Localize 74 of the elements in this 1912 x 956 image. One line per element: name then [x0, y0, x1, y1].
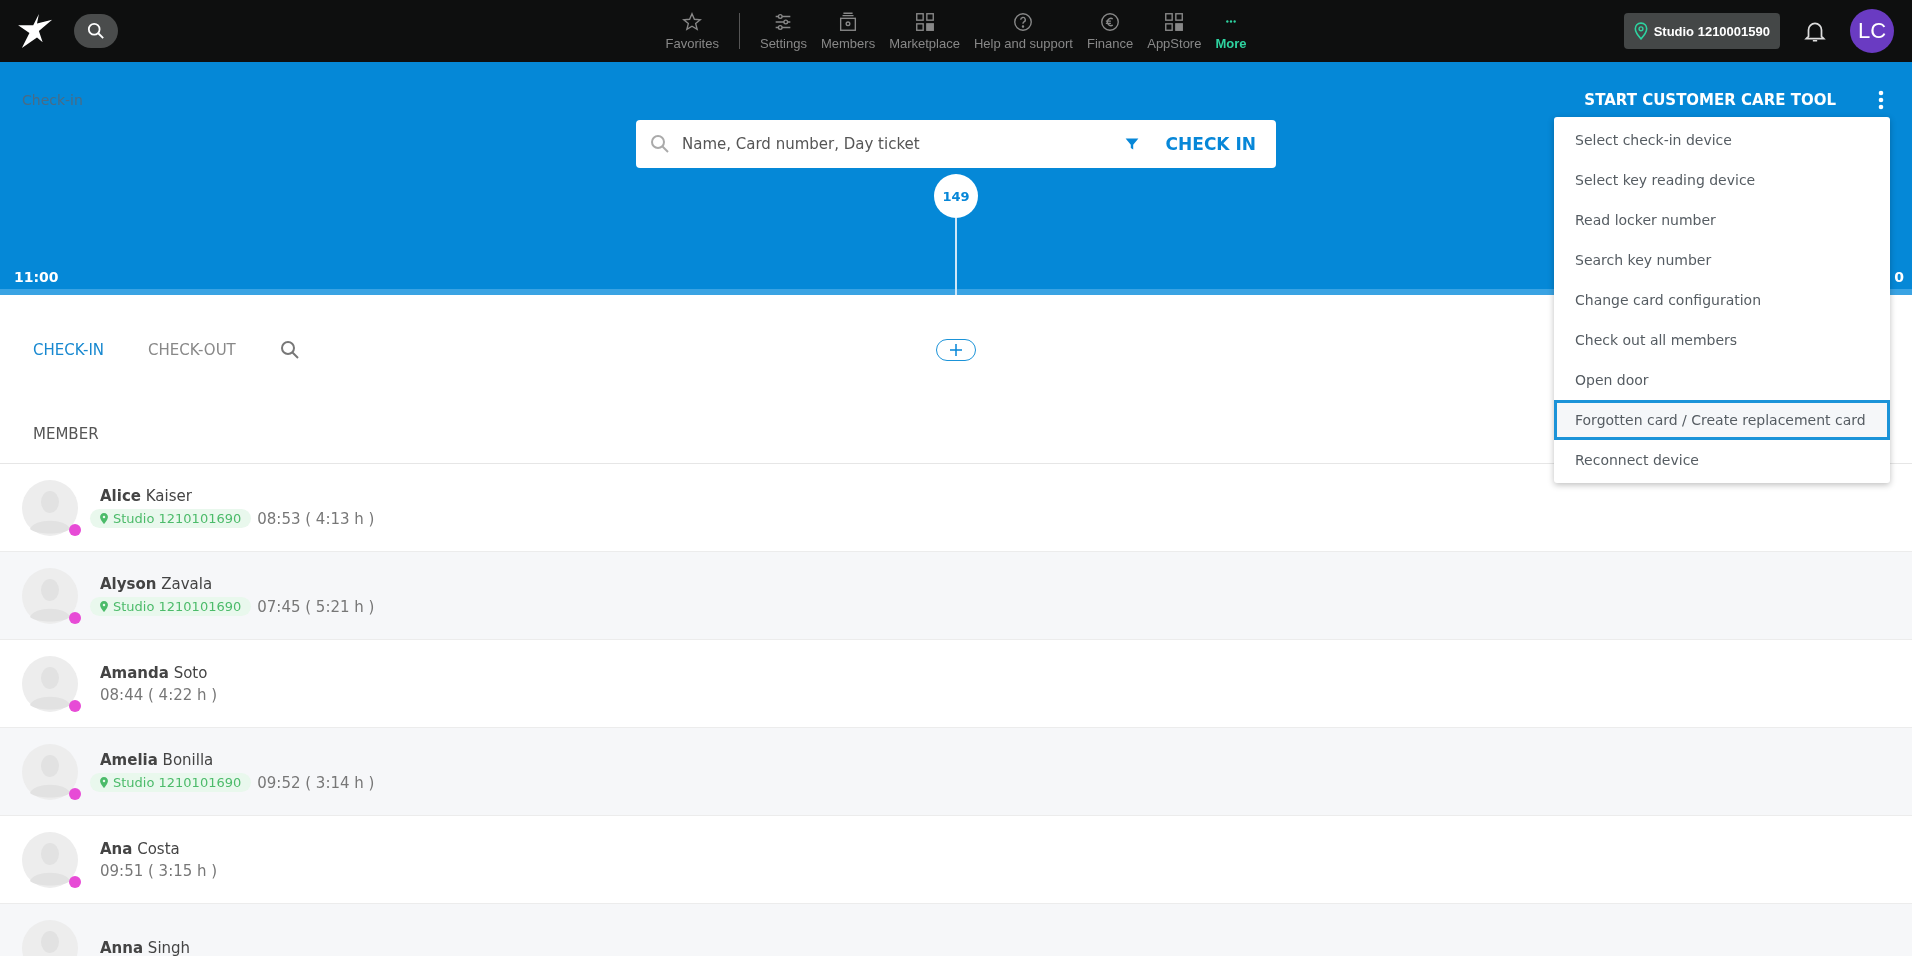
member-name: Anna Singh: [100, 938, 191, 956]
grid-icon: [913, 11, 936, 33]
nav-item[interactable]: Marketplace: [883, 11, 966, 51]
location-pin-icon: [1633, 22, 1648, 40]
help-icon: [1012, 11, 1035, 33]
nav-item[interactable]: Settings: [753, 11, 813, 51]
member-name: Ana Costa: [100, 839, 181, 858]
menu-item[interactable]: Change card configuration: [1554, 280, 1890, 320]
menu-item[interactable]: Read locker number: [1554, 200, 1890, 240]
nav-item[interactable]: Help and support: [967, 11, 1079, 51]
nav-item[interactable]: Finance: [1080, 11, 1140, 51]
nav-item[interactable]: Members: [814, 11, 882, 51]
nav-item[interactable]: Favorites: [659, 11, 725, 51]
avatar-placeholder-icon: [22, 831, 78, 888]
time-label: 11:00: [14, 269, 59, 285]
member-name: Alyson Zavala: [100, 575, 214, 593]
search-icon: [87, 22, 105, 40]
euro-icon: [1099, 11, 1122, 33]
menu-item[interactable]: Select check-in device: [1554, 120, 1890, 160]
menu-item[interactable]: Select key reading device: [1554, 160, 1890, 200]
check-in-time: 08:44 ( 4:22 h ): [100, 685, 218, 704]
nav-item[interactable]: More: [1209, 11, 1253, 51]
location-pin-icon: [100, 513, 108, 524]
studio-selector[interactable]: Studio 1210001590: [1623, 13, 1780, 49]
status-dot: [69, 787, 81, 800]
member-name: Amanda Soto: [100, 663, 209, 682]
breadcrumb: Check-in: [22, 92, 83, 108]
search-icon[interactable]: [279, 340, 300, 360]
status-dot: [69, 611, 81, 624]
more-options-icon[interactable]: [1878, 90, 1884, 110]
add-button[interactable]: [936, 339, 976, 361]
status-dot: [69, 523, 81, 536]
user-avatar[interactable]: LC: [1850, 9, 1894, 53]
menu-item[interactable]: Reconnect device: [1554, 440, 1890, 480]
plus-icon: [948, 342, 964, 358]
member-row[interactable]: Anna Singh: [0, 904, 1912, 956]
check-in-time: 08:53 ( 4:13 h ): [257, 509, 375, 528]
grid-icon: [1163, 11, 1186, 33]
check-in-button[interactable]: CHECK IN: [1159, 133, 1262, 155]
search-button[interactable]: [74, 14, 118, 48]
menu-item[interactable]: Check out all members: [1554, 320, 1890, 360]
check-in-time: 07:45 ( 5:21 h ): [257, 597, 375, 616]
studio-tag: Studio 1210101690: [90, 773, 252, 792]
check-in-time: 09:52 ( 3:14 h ): [257, 773, 375, 792]
menu-item[interactable]: Forgotten card / Create replacement card: [1554, 400, 1890, 440]
location-pin-icon: [100, 601, 108, 612]
member-name: Amelia Bonilla: [100, 751, 215, 769]
avatar-placeholder-icon: [22, 655, 78, 712]
count-marker: 149: [934, 174, 978, 218]
check-in-time: 09:51 ( 3:15 h ): [100, 861, 218, 880]
filter-icon[interactable]: [1123, 136, 1140, 152]
status-dot: [69, 699, 81, 712]
location-pin-icon: [100, 777, 108, 788]
studio-tag: Studio 1210101690: [90, 597, 252, 616]
avatar-placeholder-icon: [22, 479, 78, 536]
column-header: MEMBER: [33, 425, 99, 443]
tab[interactable]: CHECK-IN: [33, 341, 105, 359]
time-label: 0: [1894, 269, 1904, 285]
menu-item[interactable]: Search key number: [1554, 240, 1890, 280]
star-icon: [681, 11, 704, 33]
member-name: Alice Kaiser: [100, 487, 193, 505]
tab[interactable]: CHECK-OUT: [148, 341, 236, 359]
avatar-placeholder-icon: [22, 567, 78, 624]
avatar-placeholder-icon: [22, 743, 78, 800]
search-field[interactable]: Name, Card number, Day ticket CHECK IN: [636, 120, 1276, 168]
status-dot: [69, 875, 81, 888]
member-row[interactable]: Alyson Zavala Studio 1210101690 07:45 ( 5:21 h ): [0, 552, 1912, 640]
customer-care-button[interactable]: START CUSTOMER CARE TOOL: [1578, 90, 1842, 110]
nav-item[interactable]: AppStore: [1141, 11, 1208, 51]
menu-item[interactable]: Open door: [1554, 360, 1890, 400]
dots-icon: [1225, 20, 1236, 23]
search-icon: [650, 134, 670, 154]
studio-tag: Studio 1210101690: [90, 509, 252, 528]
member-row[interactable]: Amelia Bonilla Studio 1210101690 09:52 ( 3:14 h ): [0, 728, 1912, 816]
